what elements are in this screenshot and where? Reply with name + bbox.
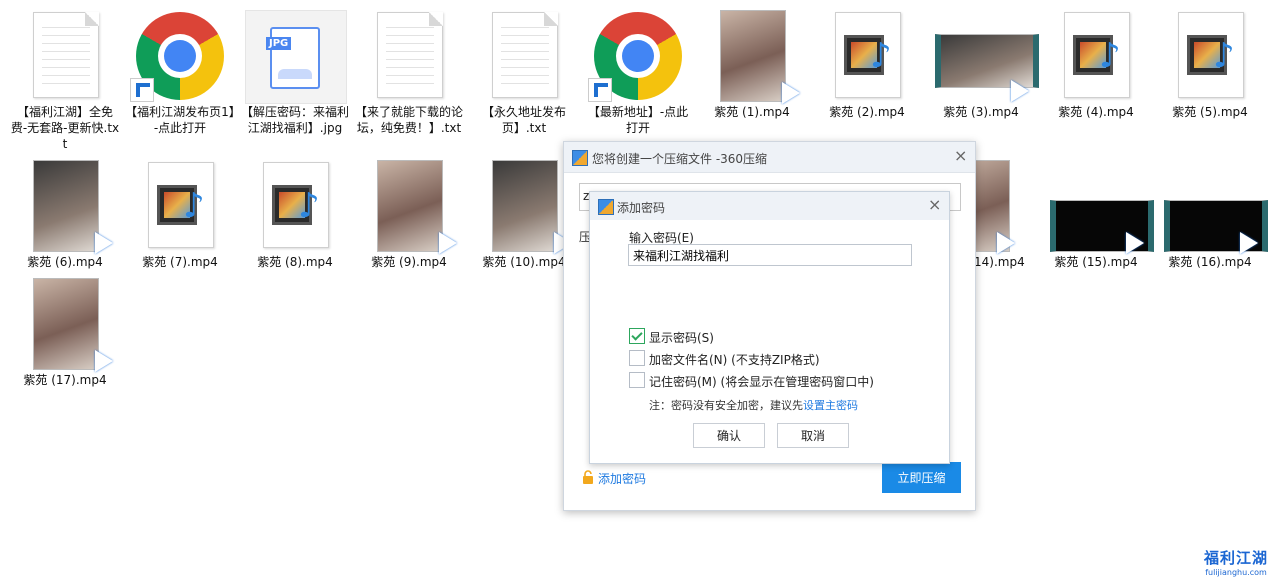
video-thumbnail (931, 10, 1039, 102)
video-thumbnail (474, 160, 574, 254)
file-item[interactable]: ♪ 紫苑 (7).mp4 (125, 160, 235, 270)
file-item[interactable]: 【最新地址】-点此打开 (583, 10, 693, 136)
chrome-icon (588, 10, 688, 102)
password-dialog-titlebar[interactable]: 添加密码 × (590, 192, 949, 220)
remember-password-checkbox[interactable] (629, 372, 645, 388)
lock-icon (583, 470, 593, 484)
file-name: 【来了就能下载的论坛，纯免费！】.txt (354, 105, 463, 135)
compress-dialog-titlebar[interactable]: 您将创建一个压缩文件 -360压缩 × (564, 142, 975, 173)
encrypt-filenames-label[interactable]: 加密文件名(N) (不支持ZIP格式) (649, 351, 820, 368)
file-name: 紫苑 (8).mp4 (257, 255, 333, 269)
set-master-password-link[interactable]: 设置主密码 (803, 399, 858, 412)
file-item[interactable]: ♪ 紫苑 (5).mp4 (1155, 10, 1265, 120)
text-file-icon (359, 10, 459, 102)
file-item[interactable]: 【福利江湖】全免费-无套路-更新快.txt (10, 10, 120, 152)
shortcut-arrow-icon (588, 78, 612, 102)
watermark-logo: 福利江湖 fulijianghu.com (1203, 549, 1268, 577)
file-name: 紫苑 (4).mp4 (1058, 105, 1134, 119)
file-name: 紫苑 (6).mp4 (27, 255, 103, 269)
video-file-icon: ♪ (245, 160, 345, 252)
file-name: 紫苑 (2).mp4 (829, 105, 905, 119)
encrypt-filenames-checkbox[interactable] (629, 350, 645, 366)
video-thumbnail (15, 160, 115, 254)
file-item[interactable]: 紫苑 (15).mp4 (1041, 160, 1154, 270)
compress-dialog-title: 您将创建一个压缩文件 -360压缩 (592, 152, 768, 166)
archive-icon (572, 150, 588, 166)
video-thumbnail (1160, 160, 1268, 254)
show-password-label[interactable]: 显示密码(S) (649, 329, 714, 346)
file-item[interactable]: ♪ 紫苑 (2).mp4 (812, 10, 922, 120)
text-file-icon (474, 10, 574, 102)
file-item[interactable]: 紫苑 (1).mp4 (697, 10, 807, 120)
add-password-link[interactable]: 添加密码 (598, 470, 646, 487)
jpg-file-icon: JPG (245, 10, 347, 104)
close-icon[interactable]: × (954, 148, 967, 164)
play-icon (439, 232, 457, 254)
password-dialog-title: 添加密码 (617, 201, 666, 215)
video-file-icon: ♪ (817, 10, 917, 102)
file-item[interactable]: 紫苑 (17).mp4 (10, 278, 120, 388)
video-thumbnail (15, 278, 115, 372)
close-icon[interactable]: × (928, 197, 941, 213)
file-item[interactable]: 【福利江湖发布页1】-点此打开 (125, 10, 235, 136)
show-password-checkbox[interactable] (629, 328, 645, 344)
file-name: 【解压密码：来福利江湖找福利】.jpg (240, 105, 349, 135)
file-name: 紫苑 (15).mp4 (1054, 255, 1138, 269)
chrome-icon (130, 10, 230, 102)
video-thumbnail (1046, 160, 1154, 254)
file-item[interactable]: 紫苑 (6).mp4 (10, 160, 120, 270)
video-file-icon: ♪ (1046, 10, 1146, 102)
video-file-icon: ♪ (130, 160, 230, 252)
play-icon (1240, 232, 1258, 254)
file-name: 【福利江湖发布页1】-点此打开 (125, 105, 235, 135)
file-name: 【福利江湖】全免费-无套路-更新快.txt (10, 105, 120, 151)
play-icon (782, 82, 800, 104)
remember-password-label[interactable]: 记住密码(M) (将会显示在管理密码窗口中) (649, 373, 874, 390)
file-item[interactable]: ♪ 紫苑 (4).mp4 (1041, 10, 1151, 120)
file-name: 紫苑 (3).mp4 (943, 105, 1019, 119)
file-name: 紫苑 (9).mp4 (371, 255, 447, 269)
file-item[interactable]: 紫苑 (16).mp4 (1155, 160, 1268, 270)
file-item[interactable]: 【来了就能下载的论坛，纯免费！】.txt (354, 10, 464, 136)
password-input[interactable] (628, 244, 912, 266)
file-item[interactable]: 紫苑 (3).mp4 (926, 10, 1039, 120)
file-name: 【永久地址发布页】.txt (481, 105, 566, 135)
file-name: 【最新地址】-点此打开 (587, 105, 689, 135)
file-name: 紫苑 (7).mp4 (142, 255, 218, 269)
text-file-icon (15, 10, 115, 102)
play-icon (1126, 232, 1144, 254)
video-thumbnail (359, 160, 459, 254)
file-item[interactable]: ♪ 紫苑 (8).mp4 (240, 160, 350, 270)
play-icon (95, 232, 113, 254)
shortcut-arrow-icon (130, 78, 154, 102)
cancel-button[interactable]: 取消 (777, 423, 849, 448)
confirm-button[interactable]: 确认 (693, 423, 765, 448)
play-icon (1011, 80, 1029, 102)
file-name: 紫苑 (1).mp4 (714, 105, 790, 119)
compress-now-button[interactable]: 立即压缩 (882, 462, 961, 493)
play-icon (95, 350, 113, 372)
play-icon (997, 232, 1015, 254)
video-file-icon: ♪ (1160, 10, 1260, 102)
security-note: 注：密码没有安全加密，建议先设置主密码 (649, 399, 858, 412)
add-password-dialog: 添加密码 × 输入密码(E) 显示密码(S) 加密文件名(N) (不支持ZIP格… (589, 191, 950, 464)
file-item[interactable]: 紫苑 (9).mp4 (354, 160, 464, 270)
file-name: 紫苑 (5).mp4 (1172, 105, 1248, 119)
video-thumbnail (702, 10, 802, 104)
file-name: 紫苑 (17).mp4 (23, 373, 107, 387)
file-item[interactable]: JPG 【解压密码：来福利江湖找福利】.jpg (240, 10, 350, 136)
file-item[interactable]: 【永久地址发布页】.txt (469, 10, 579, 136)
archive-icon (598, 199, 614, 215)
file-name: 紫苑 (16).mp4 (1168, 255, 1252, 269)
